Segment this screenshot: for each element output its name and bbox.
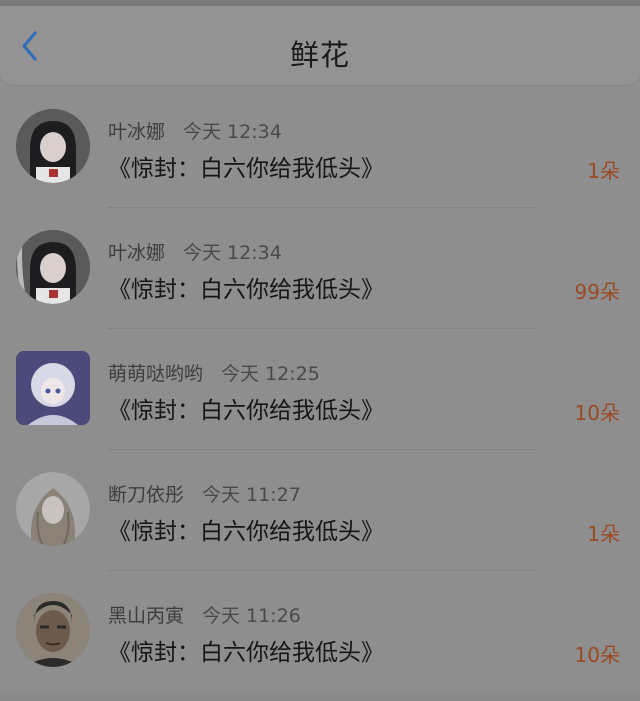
item-meta: 萌萌哒哟哟 今天 12:25 bbox=[108, 359, 320, 386]
timestamp: 今天 12:34 bbox=[183, 121, 282, 143]
list-item[interactable]: 断刀依彤 今天 11:27 《惊封：白六你给我低头》 1朵 bbox=[0, 450, 640, 571]
user-name[interactable]: 黑山丙寅 bbox=[108, 605, 184, 627]
item-meta: 断刀依彤 今天 11:27 bbox=[108, 480, 301, 507]
page-title: 鲜花 bbox=[289, 38, 350, 72]
avatar[interactable] bbox=[16, 109, 90, 183]
avatar[interactable] bbox=[16, 351, 90, 425]
flower-count: 1朵 bbox=[587, 522, 620, 546]
avatar[interactable] bbox=[16, 472, 90, 546]
flower-count: 99朵 bbox=[574, 280, 620, 304]
list-item[interactable]: 叶冰娜 今天 12:34 《惊封：白六你给我低头》 1朵 bbox=[0, 87, 640, 208]
list-item[interactable]: 萌萌哒哟哟 今天 12:25 《惊封：白六你给我低头》 10朵 bbox=[0, 329, 640, 450]
timestamp: 今天 11:27 bbox=[202, 484, 301, 506]
flower-list: 叶冰娜 今天 12:34 《惊封：白六你给我低头》 1朵 叶冰娜 今天 12:34 … bbox=[0, 87, 640, 692]
user-name[interactable]: 萌萌哒哟哟 bbox=[108, 363, 203, 385]
flower-count: 10朵 bbox=[574, 643, 620, 667]
work-title[interactable]: 《惊封：白六你给我低头》 bbox=[108, 270, 384, 304]
item-meta: 叶冰娜 今天 12:34 bbox=[108, 238, 282, 265]
item-meta: 叶冰娜 今天 12:34 bbox=[108, 117, 282, 144]
timestamp: 今天 11:26 bbox=[202, 605, 301, 627]
user-name[interactable]: 叶冰娜 bbox=[108, 242, 165, 264]
work-title[interactable]: 《惊封：白六你给我低头》 bbox=[108, 391, 384, 425]
user-name[interactable]: 叶冰娜 bbox=[108, 121, 165, 143]
list-item[interactable]: 黑山丙寅 今天 11:26 《惊封：白六你给我低头》 10朵 bbox=[0, 571, 640, 692]
timestamp: 今天 12:34 bbox=[183, 242, 282, 264]
list-item[interactable]: 叶冰娜 今天 12:34 《惊封：白六你给我低头》 99朵 bbox=[0, 208, 640, 329]
work-title[interactable]: 《惊封：白六你给我低头》 bbox=[108, 633, 384, 667]
work-title[interactable]: 《惊封：白六你给我低头》 bbox=[108, 149, 384, 183]
list-bottom bbox=[0, 689, 640, 701]
avatar[interactable] bbox=[16, 593, 90, 667]
work-title[interactable]: 《惊封：白六你给我低头》 bbox=[108, 512, 384, 546]
user-name[interactable]: 断刀依彤 bbox=[108, 484, 184, 506]
flower-count: 10朵 bbox=[574, 401, 620, 425]
item-meta: 黑山丙寅 今天 11:26 bbox=[108, 601, 301, 628]
header-bar: 鲜花 bbox=[0, 6, 640, 86]
flower-count: 1朵 bbox=[587, 159, 620, 183]
avatar[interactable] bbox=[16, 230, 90, 304]
timestamp: 今天 12:25 bbox=[221, 363, 320, 385]
